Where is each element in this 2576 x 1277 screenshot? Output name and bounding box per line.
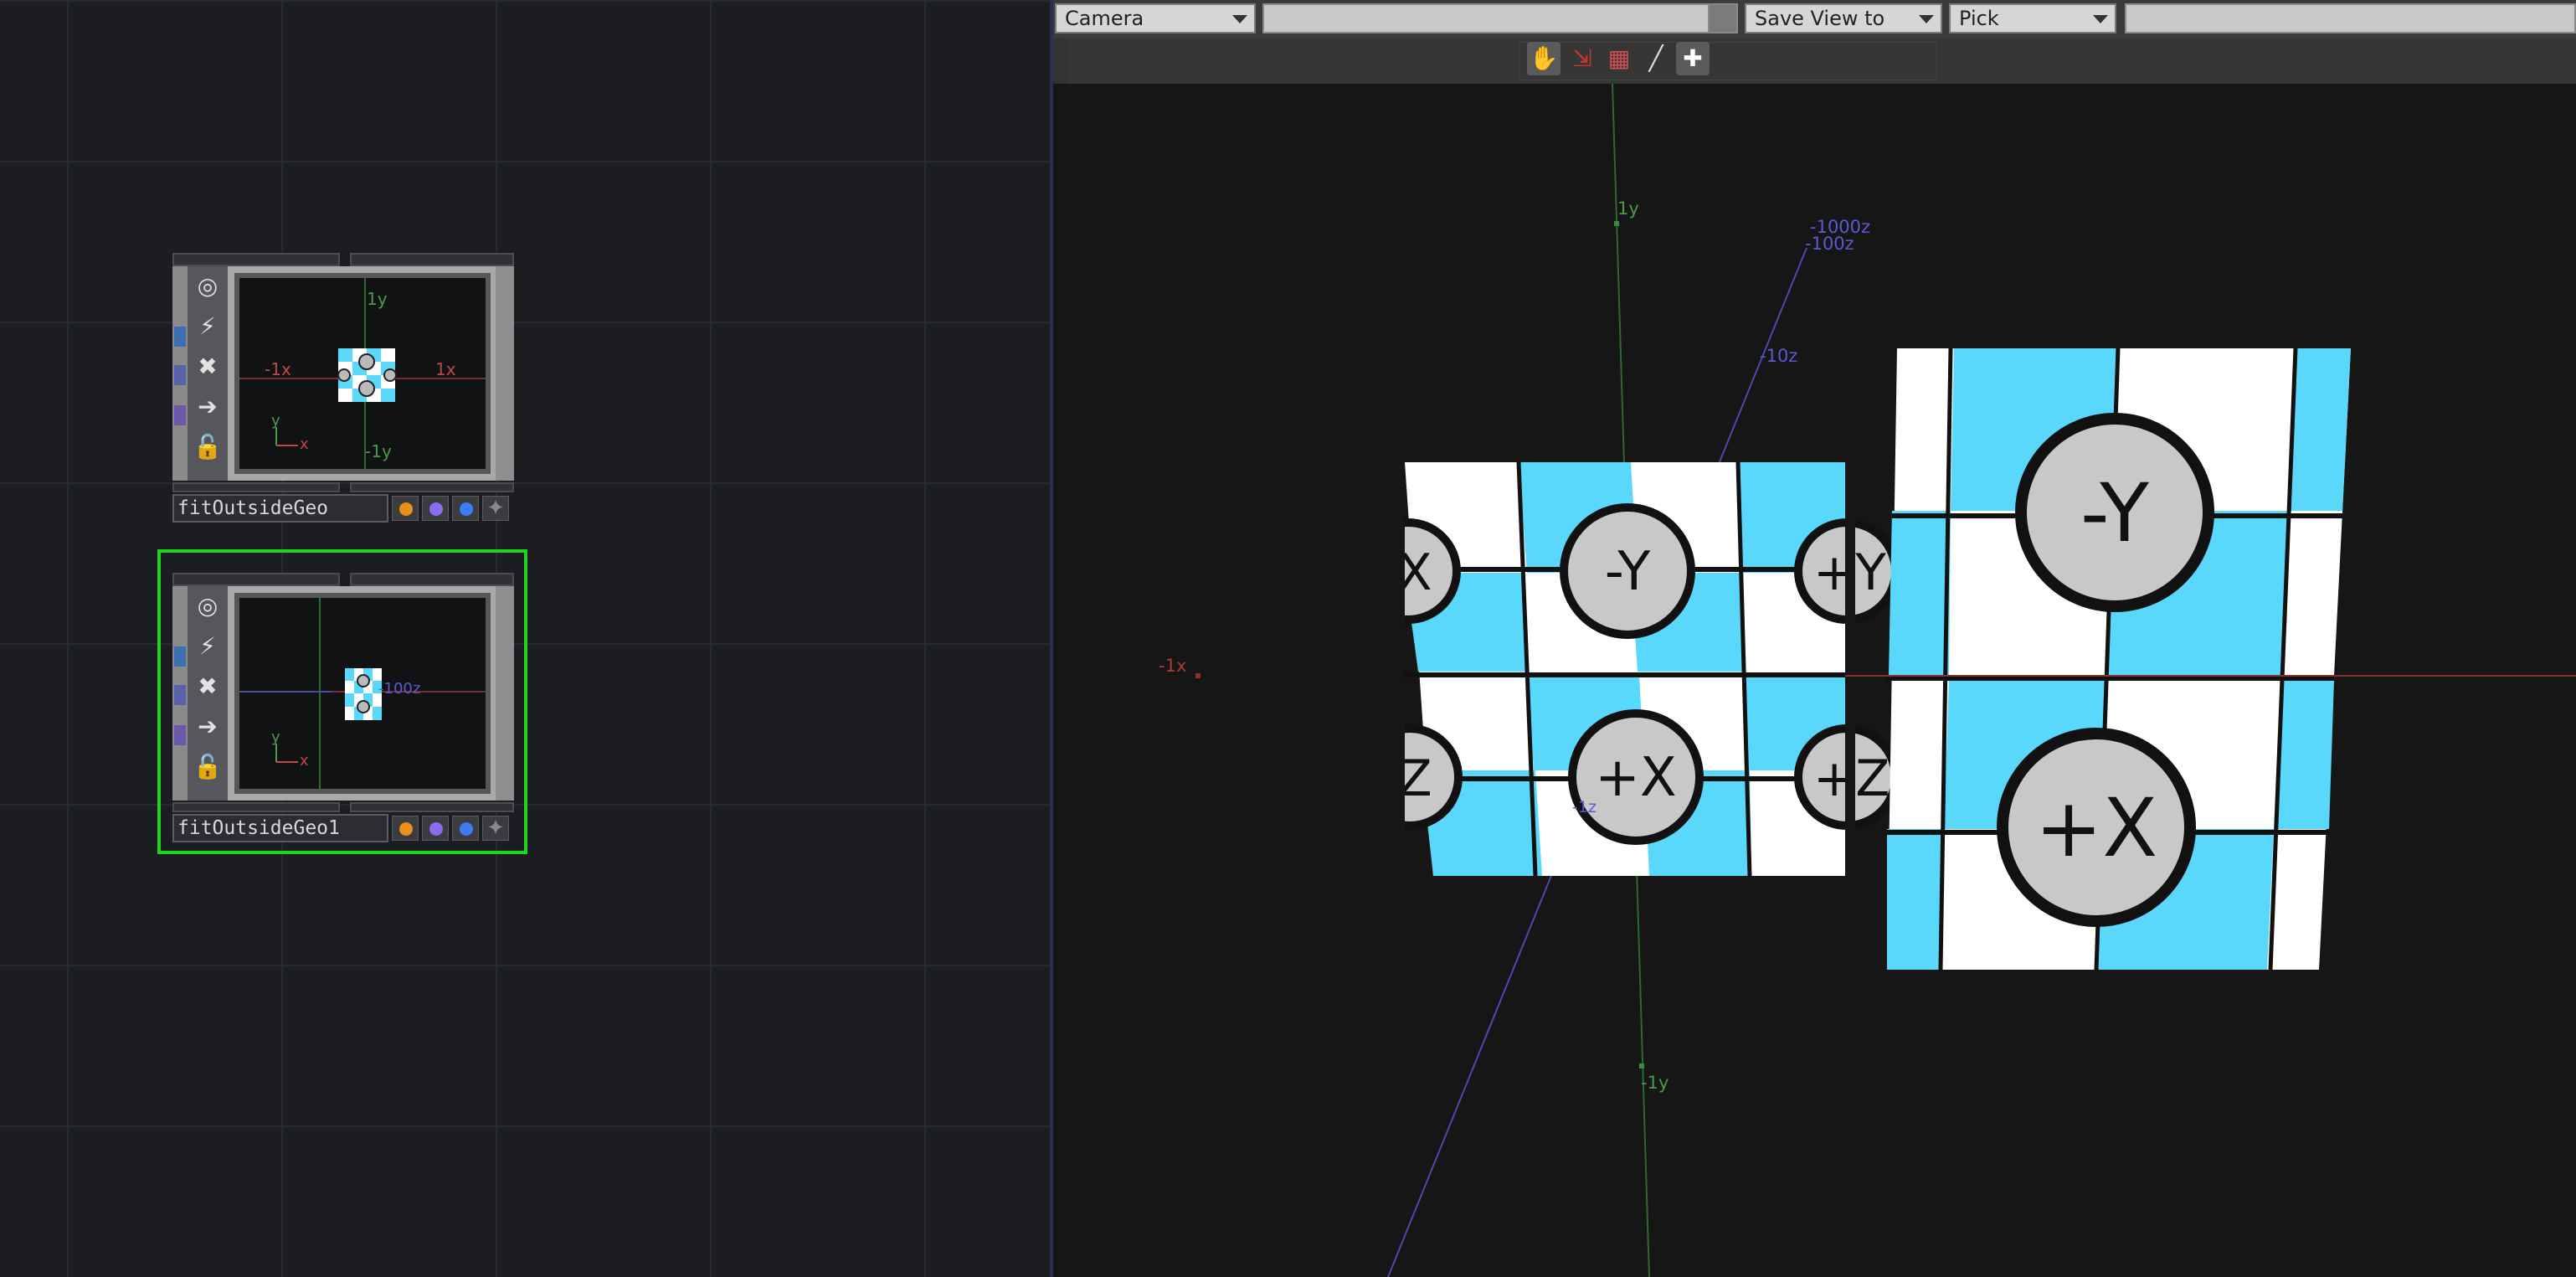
node-name-field[interactable]: fitOutsideGeo [172, 494, 388, 523]
save-view-select-value: Save View to [1755, 7, 1885, 30]
camera-select-value: Camera [1065, 7, 1144, 30]
node-output-tab[interactable] [172, 802, 340, 812]
node-name-field[interactable]: fitOutsideGeo1 [172, 814, 388, 842]
arrow-right-icon[interactable]: ➔ [188, 387, 228, 427]
tile-label: -Y [2080, 466, 2149, 560]
viewer-toolbar: Camera Save View to Pick [1053, 0, 2576, 39]
node-flags: ✦ [392, 494, 514, 523]
close-icon[interactable]: ✖ [188, 347, 228, 387]
flag-purple-button[interactable] [422, 496, 449, 521]
node-icon-column: ◎ ⚡ ✖ ➔ 🔓 [188, 266, 228, 481]
camera-select[interactable]: Camera [1055, 3, 1256, 33]
axis-gizmo: y x [271, 729, 309, 770]
node-preview[interactable]: 1y -1y -1x 1x y x [234, 273, 491, 474]
arrow-right-icon[interactable]: ➔ [188, 707, 228, 747]
network-editor[interactable]: ◎ ⚡ ✖ ➔ 🔓 1y -1y -1x 1x y x fitOutsideGe… [0, 0, 1050, 1277]
camera-path-field[interactable] [1262, 3, 1711, 33]
node-icon-column: ◎ ⚡ ✖ ➔ 🔓 [188, 586, 228, 801]
flag-blue-button[interactable] [452, 496, 479, 521]
connector[interactable] [174, 685, 186, 705]
axis-label-pos-x: 1x [435, 359, 456, 379]
svg-text:y: y [271, 412, 280, 430]
preview-texture [345, 668, 382, 720]
bone-icon[interactable]: ╱ [1639, 42, 1673, 75]
node-preview-svg: -100z y x [239, 598, 486, 789]
node-input-tab[interactable] [172, 253, 340, 266]
axis-label-neg-y: -1y [365, 441, 392, 461]
geometry-viewer[interactable]: Camera Save View to Pick ✋ ⇲ ▦ ╱ ✚ X -Y … [1053, 0, 2576, 1277]
connector[interactable] [174, 405, 186, 425]
hand-icon[interactable]: ✋ [1527, 42, 1561, 75]
node-right-bar [496, 586, 514, 801]
axis-label-z-near: -10z [1760, 346, 1797, 366]
select-icon[interactable]: ⇲ [1566, 42, 1599, 75]
pulse-icon[interactable]: ⚡ [188, 306, 228, 347]
tile-label: +X [1595, 747, 1676, 809]
save-view-select[interactable]: Save View to [1745, 3, 1942, 33]
node-flags: ✦ [392, 814, 514, 842]
svg-text:y: y [271, 729, 280, 746]
node-input-tab[interactable] [172, 573, 340, 586]
axis-label-neg-y: -1y [1641, 1073, 1668, 1093]
connector[interactable] [174, 725, 186, 745]
flag-orange-button[interactable] [392, 496, 419, 521]
node-input-tab[interactable] [350, 573, 514, 586]
node-input-tab[interactable] [350, 253, 514, 266]
tile-label: +X [2035, 781, 2157, 875]
viewport-3d[interactable]: X -Y +Y Z +X +Z [1053, 83, 2576, 1277]
axis-label-neg-x: -1x [265, 359, 291, 379]
svg-text:x: x [300, 435, 309, 453]
axis-label-z: -100z [378, 680, 420, 698]
node-body: ◎ ⚡ ✖ ➔ 🔓 [172, 586, 514, 801]
node-preview-svg: 1y -1y -1x 1x y x [239, 278, 486, 469]
pulse-icon[interactable]: ⚡ [188, 626, 228, 667]
viewport-svg: X -Y +Y Z +X +Z [1053, 83, 2576, 1277]
flag-add-button[interactable]: ✦ [482, 816, 509, 841]
node-fitoutsidegeo[interactable]: ◎ ⚡ ✖ ➔ 🔓 1y -1y -1x 1x y x fitOutsideGe… [172, 253, 514, 534]
node-connector-strip [172, 266, 188, 481]
node-output-tab[interactable] [172, 482, 340, 492]
viewer-subtoolbar [1053, 39, 2576, 84]
target-icon[interactable]: ◎ [188, 266, 228, 306]
tile-label: -Y [1605, 541, 1652, 603]
target-icon[interactable]: ◎ [188, 586, 228, 626]
axis-gizmo: y x [271, 412, 309, 453]
node-output-tab[interactable] [350, 482, 514, 492]
axis-label-pos-y: 1y [367, 289, 388, 309]
grid-icon[interactable]: ▦ [1602, 42, 1636, 75]
flag-blue-button[interactable] [452, 816, 479, 841]
svg-text:x: x [300, 752, 309, 770]
node-body: ◎ ⚡ ✖ ➔ 🔓 [172, 266, 514, 481]
connector[interactable] [174, 327, 186, 347]
node-preview[interactable]: -100z y x [234, 593, 491, 794]
axis-label-pos-y: 1y [1617, 198, 1639, 219]
node-right-bar [496, 266, 514, 481]
textured-plane-right: -Y +X [1887, 348, 2351, 971]
link-icon[interactable] [1708, 3, 1738, 33]
lock-icon[interactable]: 🔓 [188, 427, 228, 467]
pick-select-value: Pick [1959, 7, 1999, 30]
connector[interactable] [174, 365, 186, 385]
axis-label-z-mid: -100z [1805, 234, 1854, 254]
flag-purple-button[interactable] [422, 816, 449, 841]
flag-orange-button[interactable] [392, 816, 419, 841]
close-icon[interactable]: ✖ [188, 667, 228, 707]
lock-icon[interactable]: 🔓 [188, 747, 228, 787]
axis-label-z-small: -1z [1572, 798, 1597, 816]
axis-label-neg-x: -1x [1159, 656, 1186, 676]
add-icon[interactable]: ✚ [1676, 42, 1710, 75]
node-output-tab[interactable] [350, 802, 514, 812]
pick-select[interactable]: Pick [1949, 3, 2116, 33]
flag-add-button[interactable]: ✦ [482, 496, 509, 521]
viewer-search-field[interactable] [2125, 3, 2576, 33]
node-connector-strip [172, 586, 188, 801]
node-fitoutsidegeo1[interactable]: ◎ ⚡ ✖ ➔ 🔓 -100z y x fitOutsideGeo1 ✦ [157, 549, 527, 854]
connector[interactable] [174, 646, 186, 667]
preview-texture [337, 348, 397, 402]
